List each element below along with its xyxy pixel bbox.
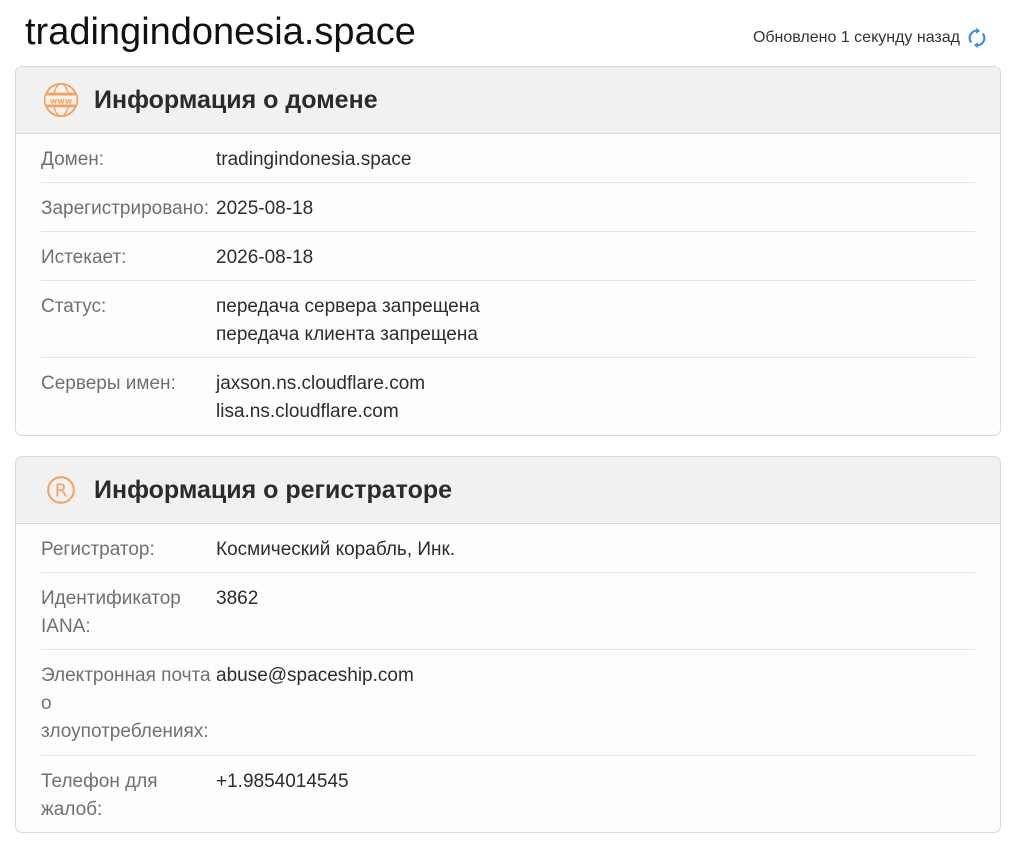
row-expires: Истекает: 2026-08-18 xyxy=(41,232,975,281)
status-value-1: передача сервера запрещена xyxy=(216,296,480,317)
status-value-2: передача клиента запрещена xyxy=(216,324,478,345)
value-abuse-phone: +1.9854014545 xyxy=(216,768,975,832)
value-registrar: Космический корабль, Инк. xyxy=(216,536,975,572)
label-abuse-phone: Телефон для жалоб: xyxy=(41,771,158,820)
value-expires: 2026-08-18 xyxy=(216,244,975,280)
abuse-email-value[interactable]: abuse@spaceship.com xyxy=(216,662,975,690)
svg-text:www: www xyxy=(50,96,73,105)
registered-trademark-icon: R xyxy=(47,476,75,504)
row-status: Статус: передача сервера запрещена перед… xyxy=(41,281,975,358)
row-registered: Зарегистрировано: 2025-08-18 xyxy=(41,183,975,232)
label-nameservers: Серверы имен: xyxy=(41,373,176,394)
svg-text:R: R xyxy=(55,481,68,502)
nameserver-2[interactable]: lisa.ns.cloudflare.com xyxy=(216,398,975,426)
label-expires: Истекает: xyxy=(41,247,127,268)
updated-status: Обновлено 1 секунду назад xyxy=(753,27,988,49)
domain-info-rows: Домен: tradingindonesia.space Зарегистри… xyxy=(16,134,1000,435)
domain-info-title: Информация о домене xyxy=(94,85,378,114)
abuse-phone-value[interactable]: +1.9854014545 xyxy=(216,768,975,796)
domain-name-value[interactable]: tradingindonesia.space xyxy=(216,146,975,174)
registrar-name-value: Космический корабль, Инк. xyxy=(216,539,456,560)
iana-id-value: 3862 xyxy=(216,588,259,609)
label-abuse-email: Электронная почта о злоупотреблениях: xyxy=(41,665,211,742)
value-iana-id: 3862 xyxy=(216,585,975,649)
refresh-icon[interactable] xyxy=(966,27,988,49)
value-domain[interactable]: tradingindonesia.space xyxy=(216,146,975,182)
value-abuse-email: abuse@spaceship.com xyxy=(216,662,975,755)
domain-info-header: www Информация о домене xyxy=(16,67,1000,134)
registrar-info-card: R Информация о регистраторе Регистратор:… xyxy=(15,456,1001,833)
registrar-info-title: Информация о регистраторе xyxy=(94,475,453,504)
page: tradingindonesia.space Обновлено 1 секун… xyxy=(0,0,1018,842)
row-abuse-email: Электронная почта о злоупотреблениях: ab… xyxy=(41,650,975,756)
value-registered: 2025-08-18 xyxy=(216,195,975,231)
row-abuse-phone: Телефон для жалоб: +1.9854014545 xyxy=(41,756,975,832)
row-registrar: Регистратор: Космический корабль, Инк. xyxy=(41,524,975,573)
registrar-info-header: R Информация о регистраторе xyxy=(16,457,1000,524)
value-status: передача сервера запрещена передача клие… xyxy=(216,293,975,357)
label-iana-id: Идентификатор IANA: xyxy=(41,588,181,637)
label-domain: Домен: xyxy=(41,149,105,170)
row-domain: Домен: tradingindonesia.space xyxy=(41,134,975,183)
expires-date-value: 2026-08-18 xyxy=(216,247,314,268)
top-header: tradingindonesia.space Обновлено 1 секун… xyxy=(0,0,1018,66)
www-globe-icon: www xyxy=(43,82,79,118)
label-registered: Зарегистрировано: xyxy=(41,198,210,219)
label-registrar: Регистратор: xyxy=(41,539,155,560)
label-status: Статус: xyxy=(41,296,107,317)
page-title: tradingindonesia.space xyxy=(25,11,416,53)
value-nameservers: jaxson.ns.cloudflare.com lisa.ns.cloudfl… xyxy=(216,370,975,435)
row-nameservers: Серверы имен: jaxson.ns.cloudflare.com l… xyxy=(41,358,975,435)
registrar-info-rows: Регистратор: Космический корабль, Инк. И… xyxy=(16,524,1000,832)
registered-date-value: 2025-08-18 xyxy=(216,198,314,219)
updated-text: Обновлено 1 секунду назад xyxy=(752,29,960,46)
row-iana-id: Идентификатор IANA: 3862 xyxy=(41,573,975,650)
domain-info-card: www Информация о домене Домен: tradingin… xyxy=(15,66,1001,436)
nameserver-1[interactable]: jaxson.ns.cloudflare.com xyxy=(216,370,975,398)
